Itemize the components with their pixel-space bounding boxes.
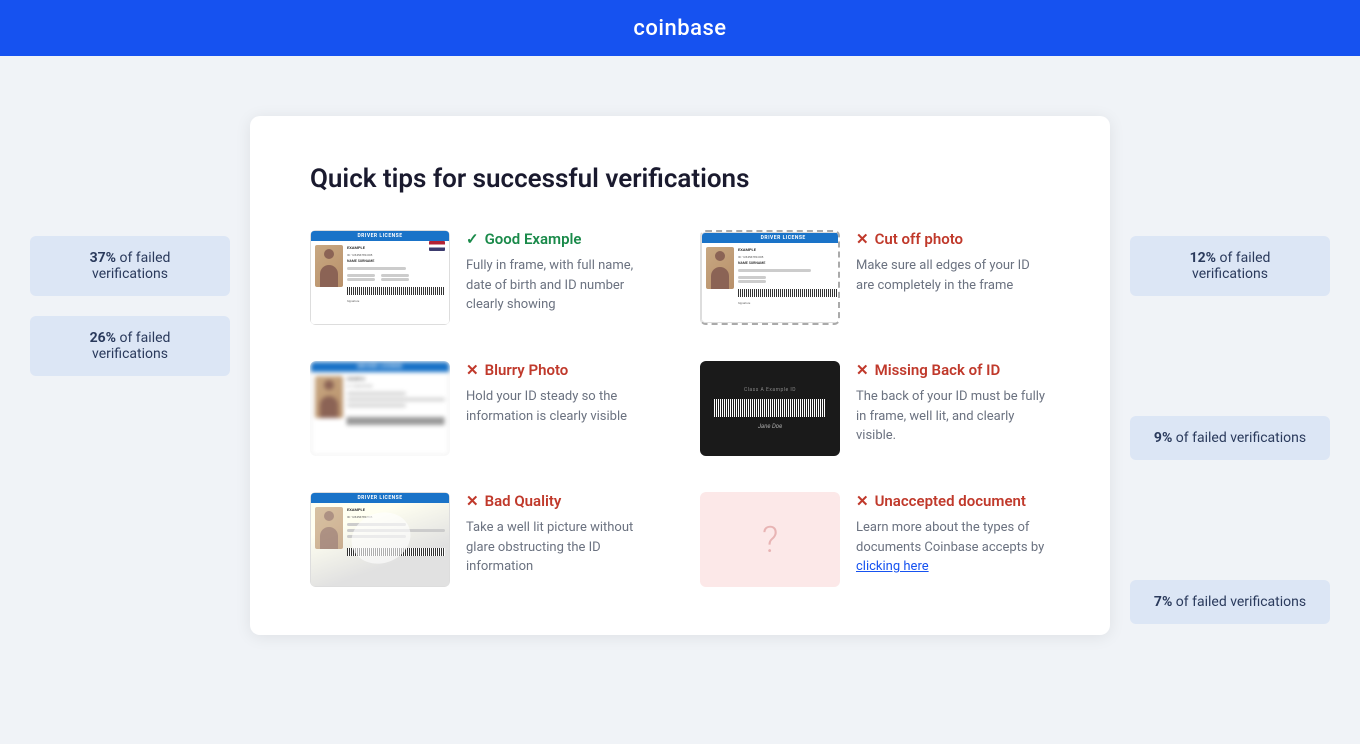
blurry-label: Blurry Photo [485, 361, 569, 379]
blurry-label-row: ✕ Blurry Photo [466, 361, 660, 379]
badge-26: 26% of failed verifications [30, 316, 230, 376]
badge-12-percent: 12% [1190, 250, 1216, 266]
blurry-desc: Hold your ID steady so the information i… [466, 387, 660, 426]
left-badges: 37% of failed verifications 26% of faile… [30, 236, 230, 376]
bad-quality-content: ✕ Bad Quality Take a well lit picture wi… [466, 492, 660, 577]
right-badges: 12% of failed verifications 9% of failed… [1130, 236, 1330, 624]
missing-back-label-row: ✕ Missing Back of ID [856, 361, 1050, 379]
cut-off-label: Cut off photo [875, 230, 963, 248]
good-example-desc: Fully in frame, with full name, date of … [466, 256, 660, 315]
bad-quality-label: Bad Quality [485, 492, 562, 510]
page-body: 37% of failed verifications 26% of faile… [0, 56, 1360, 695]
missing-back-image: Class A Example ID Jane Doe [700, 361, 840, 456]
check-icon: ✓ [466, 230, 479, 248]
x-icon-bad-quality: ✕ [466, 492, 479, 510]
badge-7: 7% of failed verifications [1130, 580, 1330, 624]
badge-9-percent: 9% [1154, 430, 1172, 446]
badge-37: 37% of failed verifications [30, 236, 230, 296]
unaccepted-label: Unaccepted document [875, 492, 1026, 510]
bad-quality-image: DRIVER LICENSE EXAMPLE ID: 123456789-005 [310, 492, 450, 587]
x-icon-missing-back: ✕ [856, 361, 869, 379]
badge-26-percent: 26% [90, 330, 116, 346]
tip-blurry: DRIVER LICENSE EXAMPLE ID: 123456789-005 [310, 361, 660, 456]
cut-off-content: ✕ Cut off photo Make sure all edges of y… [856, 230, 1050, 295]
badge-7-percent: 7% [1154, 594, 1172, 610]
app-header: coinbase [0, 0, 1360, 56]
good-example-label: Good Example [485, 230, 582, 248]
unaccepted-image: ? [700, 492, 840, 587]
badge-9: 9% of failed verifications [1130, 416, 1330, 460]
x-icon-blurry: ✕ [466, 361, 479, 379]
tips-grid: DRIVER LICENSE EXAMPLE ID: 123456789-005… [310, 230, 1050, 587]
coinbase-logo: coinbase [633, 16, 726, 41]
x-icon-unaccepted: ✕ [856, 492, 869, 510]
unaccepted-label-row: ✕ Unaccepted document [856, 492, 1050, 510]
main-card: Quick tips for successful verifications … [250, 116, 1110, 635]
good-example-label-row: ✓ Good Example [466, 230, 660, 248]
bad-quality-label-row: ✕ Bad Quality [466, 492, 660, 510]
blurry-image: DRIVER LICENSE EXAMPLE ID: 123456789-005 [310, 361, 450, 456]
badge-7-label: of failed verifications [1176, 594, 1306, 610]
x-icon-cutoff: ✕ [856, 230, 869, 248]
cut-off-label-row: ✕ Cut off photo [856, 230, 1050, 248]
blurry-content: ✕ Blurry Photo Hold your ID steady so th… [466, 361, 660, 426]
tip-missing-back: Class A Example ID Jane Doe ✕ Missing Ba… [700, 361, 1050, 456]
bad-quality-desc: Take a well lit picture without glare ob… [466, 518, 660, 577]
clicking-here-link[interactable]: clicking here [856, 559, 929, 574]
cut-off-desc: Make sure all edges of your ID are compl… [856, 256, 1050, 295]
good-example-image: DRIVER LICENSE EXAMPLE ID: 123456789-005… [310, 230, 450, 325]
tip-good-example: DRIVER LICENSE EXAMPLE ID: 123456789-005… [310, 230, 660, 325]
good-example-content: ✓ Good Example Fully in frame, with full… [466, 230, 660, 315]
unaccepted-content: ✕ Unaccepted document Learn more about t… [856, 492, 1050, 577]
missing-back-desc: The back of your ID must be fully in fra… [856, 387, 1050, 446]
tip-unaccepted: ? ✕ Unaccepted document Learn more about… [700, 492, 1050, 587]
unaccepted-desc: Learn more about the types of documents … [856, 518, 1050, 577]
tip-cut-off: DRIVER LICENSE EXAMPLE ID: 123456789-005… [700, 230, 1050, 325]
badge-9-label: of failed verifications [1176, 430, 1306, 446]
tip-bad-quality: DRIVER LICENSE EXAMPLE ID: 123456789-005 [310, 492, 660, 587]
page-title: Quick tips for successful verifications [310, 164, 1050, 194]
question-mark-icon: ? [762, 519, 778, 561]
missing-back-label: Missing Back of ID [875, 361, 1001, 379]
missing-back-content: ✕ Missing Back of ID The back of your ID… [856, 361, 1050, 446]
badge-12: 12% of failed verifications [1130, 236, 1330, 296]
badge-37-percent: 37% [90, 250, 116, 266]
cut-off-image: DRIVER LICENSE EXAMPLE ID: 123456789-005… [700, 230, 840, 325]
